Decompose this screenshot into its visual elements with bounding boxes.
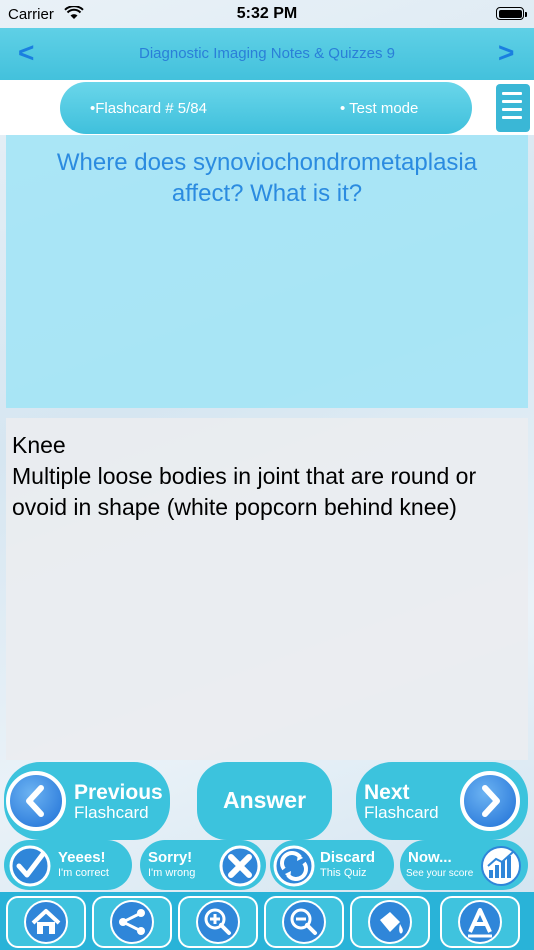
answer-line-2: Multiple loose bodies in joint that are …: [12, 463, 483, 520]
paint-icon: [368, 900, 412, 944]
home-button[interactable]: [6, 896, 86, 948]
paint-button[interactable]: [350, 896, 430, 948]
wrong-button[interactable]: Sorry! I'm wrong: [140, 840, 266, 890]
next-label: Next: [364, 781, 410, 804]
cross-icon: [219, 845, 261, 887]
previous-label: Previous: [74, 781, 163, 804]
battery-icon: [496, 7, 527, 20]
font-icon: [458, 900, 502, 944]
answer-card: Knee Multiple loose bodies in joint that…: [6, 418, 528, 760]
previous-sub-label: Flashcard: [74, 803, 149, 822]
zoom-out-button[interactable]: [264, 896, 344, 948]
chevron-left-icon: [6, 771, 66, 831]
flashcard-info-pill: •Flashcard # 5/84 • Test mode: [60, 82, 472, 134]
share-icon: [110, 900, 154, 944]
test-mode-label: • Test mode: [340, 100, 419, 117]
zoom-out-icon: [282, 900, 326, 944]
score-sub-label: See your score: [406, 868, 474, 879]
checkmark-icon: [9, 845, 51, 887]
correct-label: Yeees!: [58, 849, 106, 866]
discard-quiz-button[interactable]: Discard This Quiz: [270, 840, 394, 890]
wrong-sub-label: I'm wrong: [148, 867, 196, 879]
see-score-button[interactable]: Now... See your score: [400, 840, 528, 890]
next-flashcard-button[interactable]: Next Flashcard: [356, 762, 528, 840]
discard-sub-label: This Quiz: [320, 867, 367, 879]
correct-button[interactable]: Yeees! I'm correct: [4, 840, 132, 890]
font-button[interactable]: [440, 896, 520, 948]
list-icon[interactable]: [496, 84, 530, 132]
share-button[interactable]: [92, 896, 172, 948]
zoom-in-button[interactable]: [178, 896, 258, 948]
zoom-in-icon: [196, 900, 240, 944]
wrong-label: Sorry!: [148, 849, 193, 866]
discard-label: Discard: [320, 849, 376, 866]
answer-label: Answer: [222, 787, 307, 813]
question-text: Where does synoviochondrometaplasia affe…: [56, 149, 478, 207]
clock: 5:32 PM: [236, 5, 298, 22]
recycle-icon: [273, 845, 315, 887]
bar-chart-icon: [481, 846, 521, 886]
home-icon: [24, 900, 68, 944]
answer-line-1: Knee: [12, 432, 66, 458]
status-bar: Carrier 5:32 PM: [0, 0, 534, 28]
app-title: Diagnostic Imaging Notes & Quizzes 9: [139, 45, 395, 62]
score-label: Now...: [408, 849, 452, 866]
correct-sub-label: I'm correct: [58, 867, 109, 879]
navigation-bar: < Diagnostic Imaging Notes & Quizzes 9 >: [0, 28, 534, 80]
question-card: Where does synoviochondrometaplasia affe…: [6, 135, 528, 408]
chevron-right-icon: [460, 771, 520, 831]
answer-button[interactable]: Answer: [197, 762, 332, 840]
flashcard-counter: •Flashcard # 5/84: [90, 100, 207, 117]
next-sub-label: Flashcard: [364, 803, 439, 822]
previous-flashcard-button[interactable]: Previous Flashcard: [4, 762, 170, 840]
forward-button[interactable]: >: [498, 38, 514, 68]
